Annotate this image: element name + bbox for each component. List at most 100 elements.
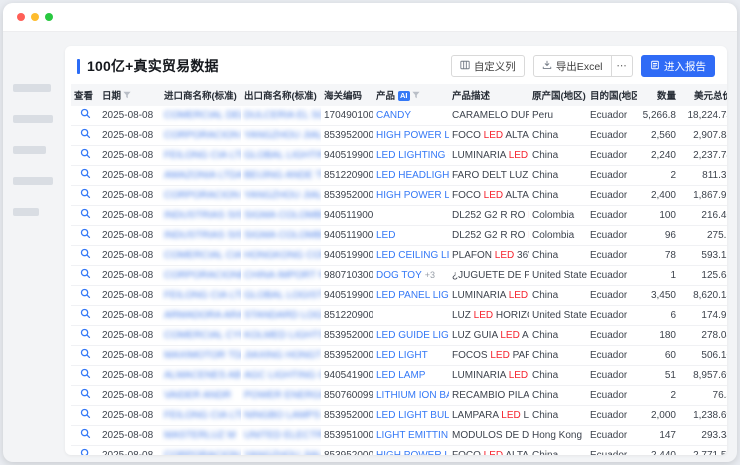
zoom-window-button[interactable] (45, 13, 53, 21)
exporter-name-link[interactable]: STANDARD LOGIST (244, 310, 321, 321)
importer-name-link[interactable]: AMAZONIA LTDA (164, 170, 241, 181)
row-search-icon[interactable] (80, 211, 91, 222)
importer-name-link[interactable]: CORPORACION EL (164, 450, 241, 455)
product-link[interactable]: LED GUIDE LIGHT T (376, 330, 449, 341)
row-search-icon[interactable] (80, 131, 91, 142)
importer-name-link[interactable]: CORPORACION EL (164, 190, 241, 201)
row-search-icon[interactable] (80, 331, 91, 342)
filter-icon[interactable] (123, 91, 131, 102)
product-link[interactable]: LED (376, 230, 395, 241)
column-header-product[interactable]: 产品AI (373, 84, 449, 106)
importer-name-link[interactable]: CORPORACIONES (164, 270, 241, 281)
product-link[interactable]: HIGH POWER LED F (376, 450, 449, 455)
row-search-icon[interactable] (80, 391, 91, 402)
row-search-icon[interactable] (80, 271, 91, 282)
export-excel-button[interactable]: 导出Excel (533, 55, 612, 77)
exporter-name-link[interactable]: AGC LIGHTING G (244, 370, 321, 381)
row-search-icon[interactable] (80, 251, 91, 262)
exporter-name-link[interactable]: UNITED ELECTRO (244, 430, 321, 441)
exporter-name-link[interactable]: DULCERIA EL SOL (244, 110, 321, 121)
row-search-icon[interactable] (80, 351, 91, 362)
row-search-icon[interactable] (80, 451, 91, 455)
column-header-exporter[interactable]: 出口商名称(标准) (241, 84, 321, 106)
sidebar-item-placeholder[interactable] (13, 208, 39, 216)
sidebar-item-placeholder[interactable] (13, 115, 53, 123)
importer-name-link[interactable]: FEILONG CIA LTDA (164, 410, 241, 421)
exporter-name-link[interactable]: YANGZHOU JIAL LI (244, 450, 321, 455)
product-more-badge[interactable]: +3 (425, 270, 435, 280)
exporter-name-link[interactable]: BEIJING ANDE TR (244, 170, 321, 181)
sidebar-item-placeholder[interactable] (13, 84, 51, 92)
product-link[interactable]: DOG TOY (376, 270, 422, 281)
importer-name-link[interactable]: COMERCIAL CIA LT (164, 250, 241, 261)
column-header-total[interactable]: 美元总价 (679, 84, 727, 106)
column-header-importer[interactable]: 进口商名称(标准) (161, 84, 241, 106)
filter-icon[interactable] (412, 91, 420, 102)
importer-name-link[interactable]: COMERCIAL CYWL (164, 330, 241, 341)
cell-product: LITHIUM ION BATTE (373, 386, 449, 406)
importer-name-link[interactable]: FEILONG CIA LTDA (164, 150, 241, 161)
product-more-badge[interactable]: +1 (448, 150, 449, 160)
importer-name-link[interactable]: MASTERLUZ M (164, 430, 236, 441)
importer-name-link[interactable]: FEILONG CIA LTDA (164, 290, 241, 301)
product-link[interactable]: HIGH POWER LED F (376, 130, 449, 141)
row-search-icon[interactable] (80, 171, 91, 182)
exporter-name-link[interactable]: CHINA IMPORT NES (244, 270, 321, 281)
row-search-icon[interactable] (80, 431, 91, 442)
exporter-name-link[interactable]: YANGZHOU JIAL LL (244, 190, 321, 201)
importer-name-link[interactable]: MAXIMOTOR TDA (164, 350, 241, 361)
product-link[interactable]: CANDY (376, 110, 411, 121)
column-header-desc[interactable]: 产品描述 (449, 84, 529, 106)
exporter-name-link[interactable]: NINGBO LAMPS C (244, 410, 321, 421)
product-link[interactable]: HIGH POWER LED F (376, 190, 449, 201)
column-header-date[interactable]: 日期 (99, 84, 161, 106)
exporter-name-link[interactable]: GLOBAL LIGHTING (244, 150, 321, 161)
more-icon: ⋯ (617, 60, 628, 72)
row-search-icon[interactable] (80, 411, 91, 422)
enter-report-button[interactable]: 进入报告 (641, 55, 715, 77)
cell-description: CARAMELO DURO FR (449, 106, 529, 126)
exporter-name-link[interactable]: POWER ENERGIE (244, 390, 321, 401)
row-search-icon[interactable] (80, 111, 91, 122)
product-link[interactable]: LITHIUM ION BATTE (376, 390, 449, 401)
column-header-dest[interactable]: 目的国(地区) (587, 84, 637, 106)
product-link[interactable]: LED LIGHT (376, 350, 428, 361)
importer-name-link[interactable]: INDUSTRIAS SIST (164, 210, 241, 221)
column-header-view[interactable]: 查看 (71, 84, 99, 106)
product-link[interactable]: LED PANEL LIG (376, 290, 449, 301)
importer-name-link[interactable]: ALMACENES AB (164, 370, 241, 381)
close-window-button[interactable] (17, 13, 25, 21)
product-link[interactable]: LED LIGHTING (376, 150, 445, 161)
column-header-origin[interactable]: 原产国(地区) (529, 84, 587, 106)
column-header-hs[interactable]: 海关编码 (321, 84, 373, 106)
exporter-name-link[interactable]: HONGKONG COMB (244, 250, 321, 261)
row-search-icon[interactable] (80, 371, 91, 382)
exporter-name-link[interactable]: KOLMED LIGHTS (244, 330, 321, 341)
exporter-name-link[interactable]: YANGZHOU JIAL LI (244, 130, 321, 141)
exporter-name-link[interactable]: SIGMA COLOMBIA (244, 230, 321, 241)
row-search-icon[interactable] (80, 291, 91, 302)
importer-name-link[interactable]: CORPORACION EL (164, 130, 241, 141)
minimize-window-button[interactable] (31, 13, 39, 21)
row-search-icon[interactable] (80, 191, 91, 202)
customize-columns-button[interactable]: 自定义列 (451, 55, 525, 77)
exporter-name-link[interactable]: SIGMA COLOMBIA (244, 210, 321, 221)
importer-name-link[interactable]: ARMADORA ARA (164, 310, 241, 321)
importer-name-link[interactable]: VAIDER ANDR (164, 390, 231, 401)
product-link[interactable]: LED CEILING LIGHT (376, 250, 449, 261)
product-link[interactable]: LED LAMP (376, 370, 425, 381)
product-link[interactable]: LED HEADLIGHT (376, 170, 449, 181)
product-link[interactable]: LIGHT EMITTIN (376, 430, 448, 441)
export-more-button[interactable]: ⋯ (612, 55, 634, 77)
importer-name-link[interactable]: INDUSTRIAS SIST (164, 230, 241, 241)
sidebar-item-placeholder[interactable] (13, 177, 53, 185)
importer-name-link[interactable]: COMERCIAL DEL SU (164, 110, 241, 121)
exporter-name-link[interactable]: GLOBAL LOGISTIC (244, 290, 321, 301)
row-search-icon[interactable] (80, 151, 91, 162)
row-search-icon[interactable] (80, 231, 91, 242)
column-header-qty[interactable]: 数量 (637, 84, 679, 106)
product-link[interactable]: LED LIGHT BULB (376, 410, 449, 421)
exporter-name-link[interactable]: JIAXING HONGT (244, 350, 321, 361)
row-search-icon[interactable] (80, 311, 91, 322)
sidebar-item-placeholder[interactable] (13, 146, 46, 154)
